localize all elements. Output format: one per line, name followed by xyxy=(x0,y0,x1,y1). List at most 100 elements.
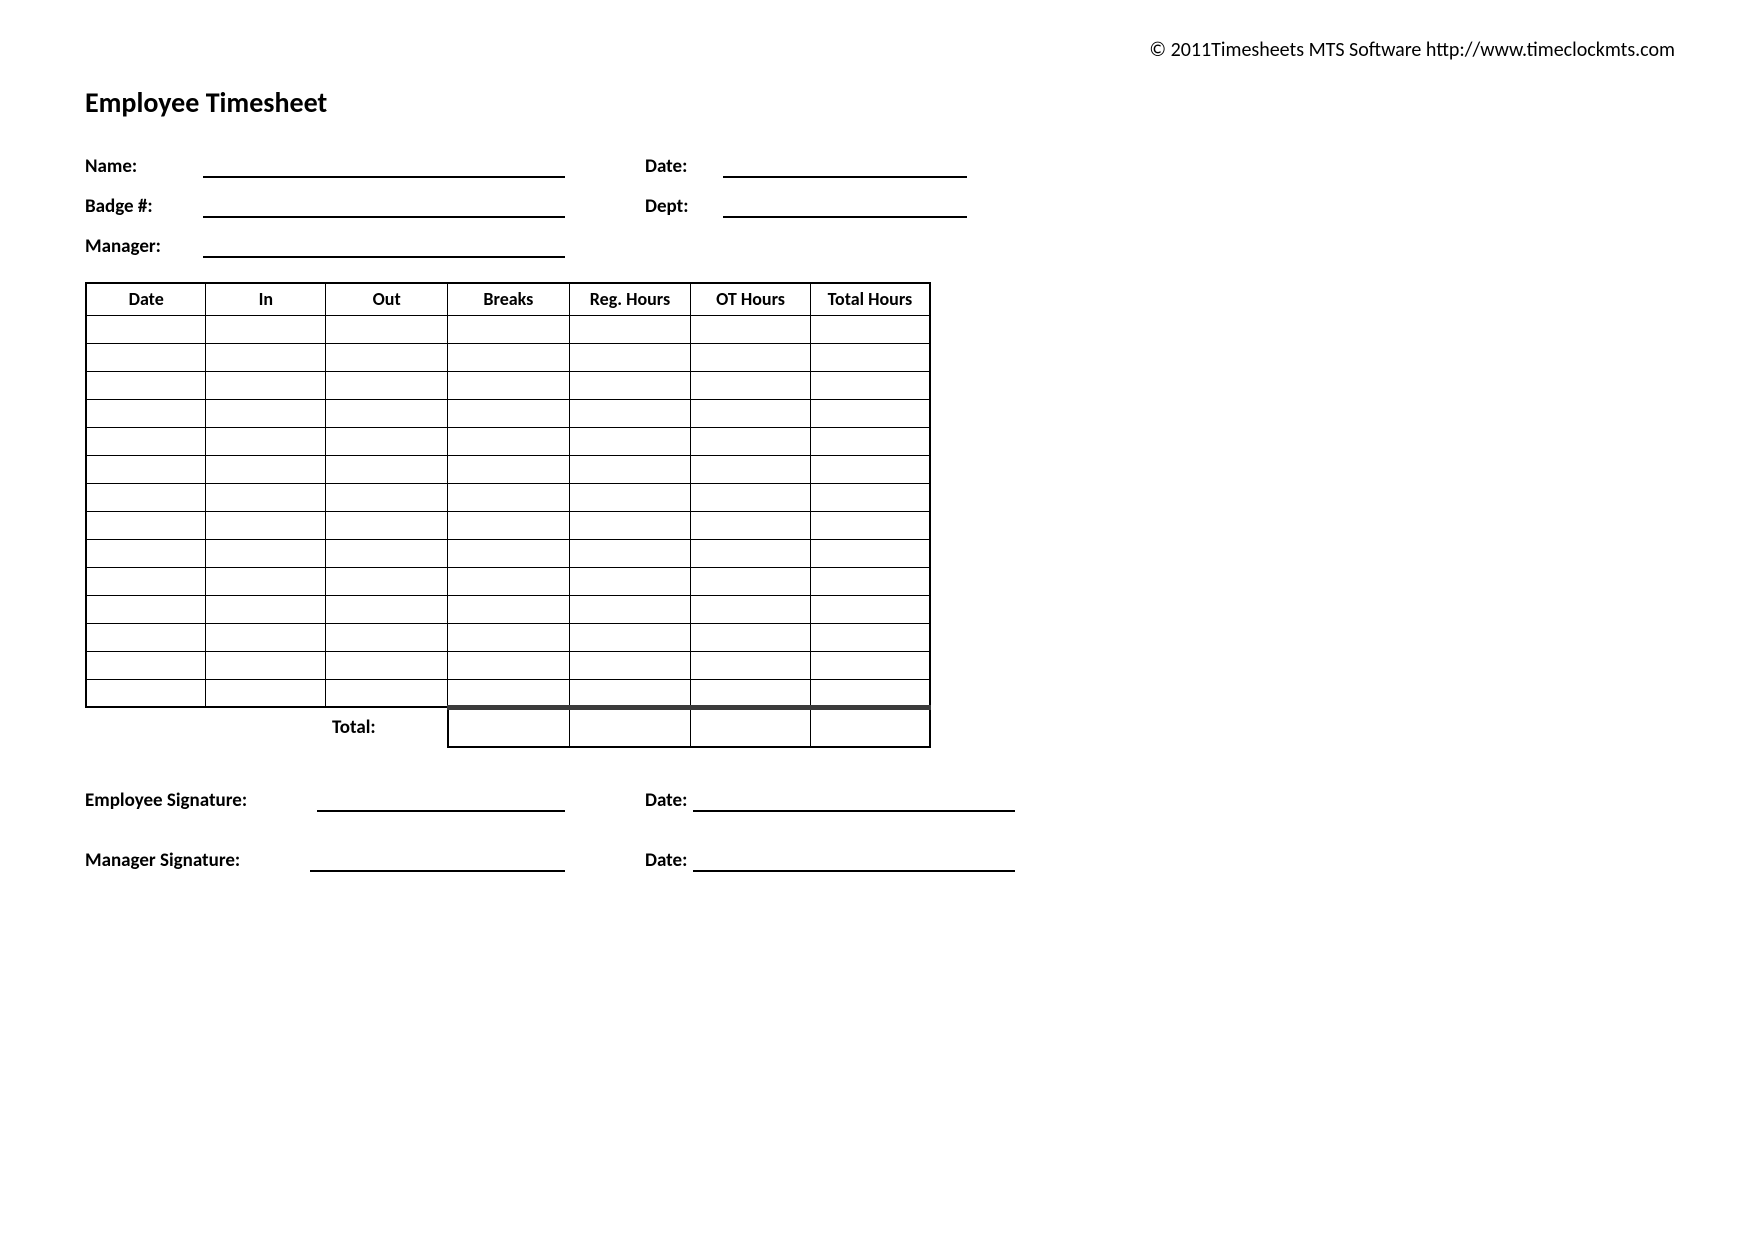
table-cell[interactable] xyxy=(86,539,206,567)
table-cell[interactable] xyxy=(326,483,448,511)
table-cell[interactable] xyxy=(448,315,570,343)
table-cell[interactable] xyxy=(206,455,326,483)
table-cell[interactable] xyxy=(569,399,691,427)
table-cell[interactable] xyxy=(810,427,930,455)
table-cell[interactable] xyxy=(810,679,930,707)
table-cell[interactable] xyxy=(326,427,448,455)
table-cell[interactable] xyxy=(691,483,811,511)
table-cell[interactable] xyxy=(448,567,570,595)
table-cell[interactable] xyxy=(569,623,691,651)
table-cell[interactable] xyxy=(691,595,811,623)
table-cell[interactable] xyxy=(448,651,570,679)
table-cell[interactable] xyxy=(810,511,930,539)
table-cell[interactable] xyxy=(810,315,930,343)
table-cell[interactable] xyxy=(569,511,691,539)
badge-input-line[interactable] xyxy=(203,196,565,218)
table-cell[interactable] xyxy=(326,595,448,623)
table-cell[interactable] xyxy=(86,399,206,427)
table-cell[interactable] xyxy=(86,623,206,651)
table-cell[interactable] xyxy=(206,623,326,651)
table-cell[interactable] xyxy=(326,567,448,595)
table-cell[interactable] xyxy=(691,511,811,539)
table-cell[interactable] xyxy=(86,651,206,679)
table-cell[interactable] xyxy=(206,315,326,343)
table-cell[interactable] xyxy=(691,539,811,567)
table-cell[interactable] xyxy=(569,651,691,679)
table-cell[interactable] xyxy=(569,455,691,483)
total-reg-cell[interactable] xyxy=(569,707,691,747)
table-cell[interactable] xyxy=(326,315,448,343)
table-cell[interactable] xyxy=(86,455,206,483)
table-cell[interactable] xyxy=(206,679,326,707)
table-cell[interactable] xyxy=(569,427,691,455)
manager-signature-line[interactable] xyxy=(310,850,565,872)
table-cell[interactable] xyxy=(86,567,206,595)
table-cell[interactable] xyxy=(569,567,691,595)
table-cell[interactable] xyxy=(448,623,570,651)
table-cell[interactable] xyxy=(569,679,691,707)
table-cell[interactable] xyxy=(326,623,448,651)
table-cell[interactable] xyxy=(810,567,930,595)
table-cell[interactable] xyxy=(448,595,570,623)
table-cell[interactable] xyxy=(206,483,326,511)
table-cell[interactable] xyxy=(448,455,570,483)
manager-input-line[interactable] xyxy=(203,236,565,258)
table-cell[interactable] xyxy=(86,427,206,455)
table-cell[interactable] xyxy=(810,595,930,623)
table-cell[interactable] xyxy=(448,399,570,427)
table-cell[interactable] xyxy=(326,651,448,679)
employee-signature-date-line[interactable] xyxy=(693,790,1015,812)
table-cell[interactable] xyxy=(691,623,811,651)
table-cell[interactable] xyxy=(448,483,570,511)
table-cell[interactable] xyxy=(569,539,691,567)
table-cell[interactable] xyxy=(86,511,206,539)
table-cell[interactable] xyxy=(569,315,691,343)
table-cell[interactable] xyxy=(691,679,811,707)
table-cell[interactable] xyxy=(86,315,206,343)
table-cell[interactable] xyxy=(326,455,448,483)
table-cell[interactable] xyxy=(810,371,930,399)
table-cell[interactable] xyxy=(326,511,448,539)
table-cell[interactable] xyxy=(326,539,448,567)
table-cell[interactable] xyxy=(206,511,326,539)
table-cell[interactable] xyxy=(206,399,326,427)
table-cell[interactable] xyxy=(448,511,570,539)
table-cell[interactable] xyxy=(206,595,326,623)
table-cell[interactable] xyxy=(691,399,811,427)
table-cell[interactable] xyxy=(86,343,206,371)
manager-signature-date-line[interactable] xyxy=(693,850,1015,872)
table-cell[interactable] xyxy=(206,539,326,567)
table-cell[interactable] xyxy=(691,371,811,399)
employee-signature-line[interactable] xyxy=(317,790,565,812)
table-cell[interactable] xyxy=(448,679,570,707)
total-breaks-cell[interactable] xyxy=(448,707,570,747)
table-cell[interactable] xyxy=(206,343,326,371)
table-cell[interactable] xyxy=(326,343,448,371)
table-cell[interactable] xyxy=(326,399,448,427)
table-cell[interactable] xyxy=(569,595,691,623)
table-cell[interactable] xyxy=(569,343,691,371)
table-cell[interactable] xyxy=(206,651,326,679)
total-ot-cell[interactable] xyxy=(691,707,811,747)
table-cell[interactable] xyxy=(810,343,930,371)
table-cell[interactable] xyxy=(691,567,811,595)
table-cell[interactable] xyxy=(810,623,930,651)
table-cell[interactable] xyxy=(691,343,811,371)
name-input-line[interactable] xyxy=(203,156,565,178)
table-cell[interactable] xyxy=(448,427,570,455)
table-cell[interactable] xyxy=(326,679,448,707)
table-cell[interactable] xyxy=(691,427,811,455)
table-cell[interactable] xyxy=(810,483,930,511)
table-cell[interactable] xyxy=(691,315,811,343)
table-cell[interactable] xyxy=(810,651,930,679)
table-cell[interactable] xyxy=(569,371,691,399)
date-input-line[interactable] xyxy=(723,156,967,178)
dept-input-line[interactable] xyxy=(723,196,967,218)
total-hours-cell[interactable] xyxy=(810,707,930,747)
table-cell[interactable] xyxy=(810,539,930,567)
table-cell[interactable] xyxy=(326,371,448,399)
table-cell[interactable] xyxy=(86,595,206,623)
table-cell[interactable] xyxy=(569,483,691,511)
table-cell[interactable] xyxy=(86,483,206,511)
table-cell[interactable] xyxy=(86,371,206,399)
